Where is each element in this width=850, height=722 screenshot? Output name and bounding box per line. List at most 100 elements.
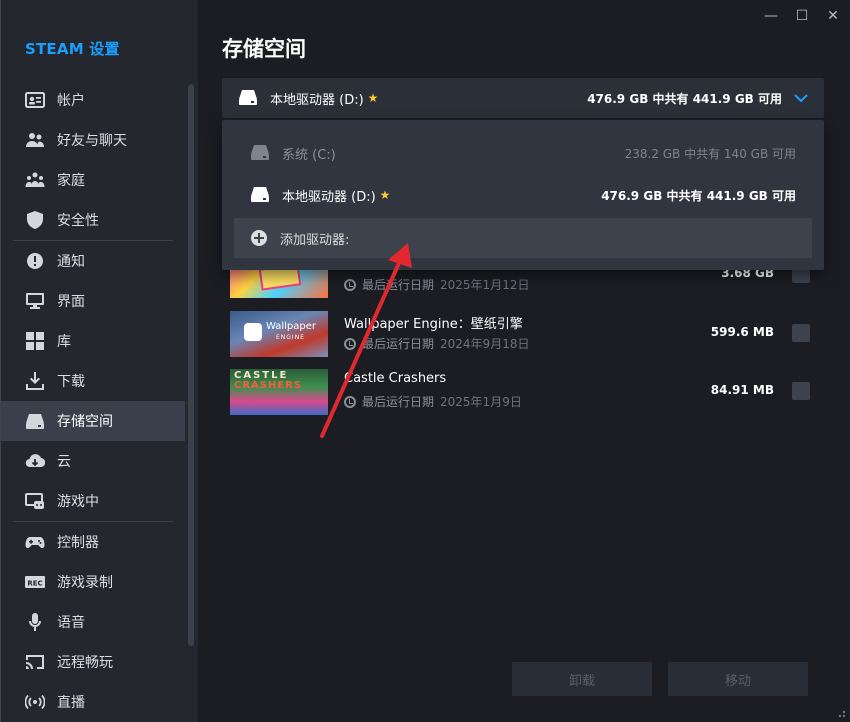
sidebar-item-cloud[interactable]: 云 bbox=[1, 441, 185, 481]
last-played-label: 最后运行日期 bbox=[362, 395, 435, 409]
friends-icon bbox=[25, 130, 45, 150]
sidebar-item-label: 下载 bbox=[57, 374, 85, 390]
star-icon: ★ bbox=[367, 91, 379, 105]
sidebar-item-account[interactable]: 帐户 bbox=[1, 80, 185, 120]
dropdown-item-local-drive[interactable]: 本地驱动器 (D:) ★ 476.9 GB 中共有 441.9 GB 可用 bbox=[222, 175, 824, 215]
drive-icon bbox=[25, 411, 45, 431]
grid-icon bbox=[25, 331, 45, 351]
clock-icon bbox=[344, 278, 356, 291]
settings-sidebar: STEAM 设置 帐户 好友与聊天 家庭 安全性 通知 界面 库 下载 存储空间… bbox=[0, 0, 198, 722]
cloud-icon bbox=[25, 451, 45, 471]
shield-icon bbox=[25, 210, 45, 230]
sidebar-item-library[interactable]: 库 bbox=[1, 321, 185, 361]
sidebar-item-label: 游戏中 bbox=[57, 494, 99, 510]
last-played-date: 2025年1月9日 bbox=[440, 395, 522, 409]
thumb-text: ENGINE bbox=[276, 334, 305, 341]
sidebar-item-notifications[interactable]: 通知 bbox=[1, 241, 185, 281]
game-thumbnail: Wallpaper ENGINE bbox=[230, 311, 328, 357]
family-icon bbox=[25, 170, 45, 190]
drive-selector[interactable]: 本地驱动器 (D:) ★ 476.9 GB 中共有 441.9 GB 可用 bbox=[222, 78, 824, 118]
uninstall-button[interactable]: 卸载 bbox=[512, 662, 652, 696]
sidebar-item-security[interactable]: 安全性 bbox=[1, 200, 185, 240]
sidebar-scrollbar[interactable] bbox=[188, 84, 194, 646]
sidebar-item-label: 家庭 bbox=[57, 173, 85, 189]
sidebar-item-recording[interactable]: REC 游戏录制 bbox=[1, 562, 185, 602]
plus-circle-icon bbox=[251, 230, 267, 246]
sidebar-item-downloads[interactable]: 下载 bbox=[1, 361, 185, 401]
selected-drive-label: 本地驱动器 (D:) bbox=[270, 92, 364, 108]
game-size: 599.6 MB bbox=[710, 325, 774, 339]
account-card-icon bbox=[25, 90, 45, 110]
clock-icon bbox=[344, 395, 356, 408]
maximize-button[interactable]: ☐ bbox=[790, 6, 814, 26]
sidebar-item-controller[interactable]: 控制器 bbox=[1, 522, 185, 562]
storage-panel: — ☐ ✕ 存储空间 本地驱动器 (D:) ★ 476.9 GB 中共有 441… bbox=[198, 0, 850, 722]
sidebar-item-label: 云 bbox=[57, 454, 71, 470]
sidebar-nav: 帐户 好友与聊天 家庭 安全性 通知 界面 库 下载 存储空间 云 游戏中 控制… bbox=[1, 80, 185, 722]
star-icon: ★ bbox=[379, 188, 391, 202]
game-row[interactable]: Wallpaper ENGINE Wallpaper Engine：壁纸引擎 最… bbox=[230, 311, 810, 357]
game-row[interactable]: CASTLE CRASHERS Castle Crashers 最后运行日期 2… bbox=[230, 369, 810, 415]
add-drive-button[interactable]: 添加驱动器: bbox=[234, 218, 812, 258]
selected-drive-info: 476.9 GB 中共有 441.9 GB 可用 bbox=[587, 91, 782, 106]
last-played-date: 2025年1月12日 bbox=[440, 278, 530, 292]
sidebar-item-voice[interactable]: 语音 bbox=[1, 602, 185, 642]
game-thumbnail: CASTLE CRASHERS bbox=[230, 369, 328, 415]
sidebar-item-friends[interactable]: 好友与聊天 bbox=[1, 120, 185, 160]
drive-dropdown-menu: 系统 (C:) 238.2 GB 中共有 140 GB 可用 本地驱动器 (D:… bbox=[222, 120, 824, 270]
last-played-label: 最后运行日期 bbox=[362, 278, 435, 292]
maximize-icon: ☐ bbox=[795, 8, 809, 24]
game-name: Castle Crashers bbox=[344, 371, 447, 386]
drive-info: 476.9 GB 中共有 441.9 GB 可用 bbox=[601, 188, 796, 203]
last-played: 最后运行日期 2025年1月12日 bbox=[344, 276, 529, 293]
drive-label: 本地驱动器 (D:) bbox=[282, 189, 376, 205]
sidebar-item-label: 存储空间 bbox=[57, 414, 113, 430]
sidebar-item-label: 帐户 bbox=[57, 93, 85, 109]
sidebar-item-label: 语音 bbox=[57, 615, 85, 631]
close-icon: ✕ bbox=[827, 8, 839, 24]
sidebar-item-label: 游戏录制 bbox=[57, 575, 113, 591]
drive-label: 系统 (C:) bbox=[282, 147, 336, 163]
move-button[interactable]: 移动 bbox=[668, 662, 808, 696]
sidebar-item-broadcast[interactable]: 直播 bbox=[1, 682, 185, 722]
sidebar-item-storage[interactable]: 存储空间 bbox=[1, 401, 185, 441]
monitor-icon bbox=[25, 291, 45, 311]
minimize-button[interactable]: — bbox=[759, 6, 783, 26]
svg-text:REC: REC bbox=[27, 580, 42, 588]
last-played-date: 2024年9月18日 bbox=[440, 337, 530, 351]
notification-icon bbox=[25, 251, 45, 271]
minimize-icon: — bbox=[764, 8, 778, 24]
drive-icon bbox=[251, 187, 269, 202]
game-checkbox[interactable] bbox=[792, 324, 810, 342]
gamepad-icon bbox=[25, 532, 45, 552]
thumb-text: Wallpaper bbox=[266, 321, 317, 332]
dropdown-item-system-drive[interactable]: 系统 (C:) 238.2 GB 中共有 140 GB 可用 bbox=[222, 133, 824, 173]
sidebar-item-in-game[interactable]: 游戏中 bbox=[1, 481, 185, 521]
rec-icon: REC bbox=[25, 572, 45, 592]
last-played-label: 最后运行日期 bbox=[362, 337, 435, 351]
sidebar-item-label: 通知 bbox=[57, 254, 85, 270]
drive-info: 238.2 GB 中共有 140 GB 可用 bbox=[624, 146, 796, 161]
drive-icon bbox=[251, 145, 269, 160]
add-drive-label: 添加驱动器: bbox=[280, 232, 350, 248]
last-played: 最后运行日期 2024年9月18日 bbox=[344, 335, 529, 352]
last-played: 最后运行日期 2025年1月9日 bbox=[344, 393, 522, 410]
download-icon bbox=[25, 371, 45, 391]
sidebar-item-interface[interactable]: 界面 bbox=[1, 281, 185, 321]
sidebar-item-label: 安全性 bbox=[57, 213, 99, 229]
close-button[interactable]: ✕ bbox=[821, 6, 845, 26]
resize-grip-icon[interactable] bbox=[836, 708, 846, 718]
chevron-down-icon bbox=[794, 94, 808, 103]
drive-icon bbox=[239, 90, 257, 105]
sidebar-item-label: 库 bbox=[57, 334, 71, 350]
page-title: 存储空间 bbox=[222, 37, 306, 61]
thumb-text: CRASHERS bbox=[234, 380, 303, 391]
sidebar-item-label: 界面 bbox=[57, 294, 85, 310]
sidebar-item-label: 直播 bbox=[57, 695, 85, 711]
game-checkbox[interactable] bbox=[792, 382, 810, 400]
sidebar-item-family[interactable]: 家庭 bbox=[1, 160, 185, 200]
sidebar-item-remote-play[interactable]: 远程畅玩 bbox=[1, 642, 185, 682]
sidebar-item-label: 远程畅玩 bbox=[57, 655, 113, 671]
cast-icon bbox=[25, 652, 45, 672]
clock-icon bbox=[344, 337, 356, 350]
